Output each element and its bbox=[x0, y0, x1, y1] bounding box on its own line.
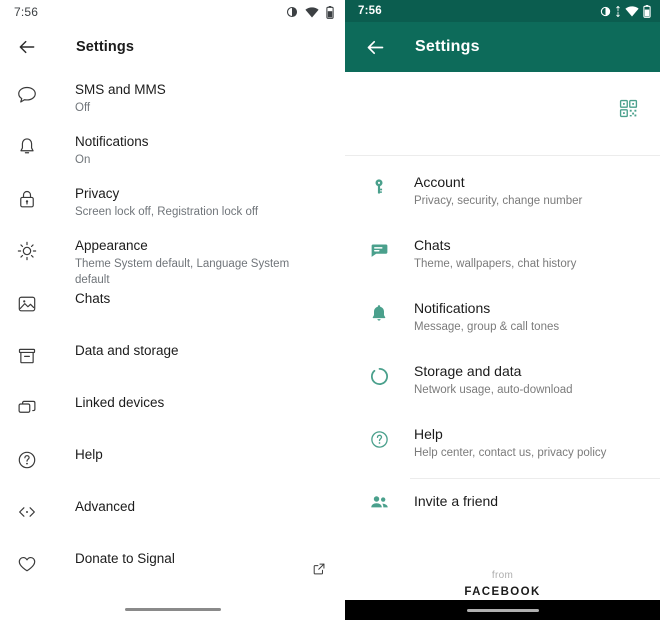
status-bar-icons bbox=[286, 5, 334, 19]
settings-item-subtitle: Theme, wallpapers, chat history bbox=[414, 258, 577, 270]
settings-item-title: Chats bbox=[414, 237, 451, 253]
brightness-icon bbox=[14, 238, 40, 264]
settings-item-sms-and-mms[interactable]: SMS and MMS Off bbox=[0, 79, 345, 131]
settings-item-title: Donate to Signal bbox=[75, 551, 175, 566]
battery-icon bbox=[326, 5, 334, 19]
people-icon bbox=[367, 490, 391, 514]
status-bar-clock: 7:56 bbox=[358, 5, 382, 17]
settings-list: SMS and MMS Off Notifications On Privacy… bbox=[0, 70, 345, 600]
settings-item-subtitle: Message, group & call tones bbox=[414, 321, 560, 333]
left-navigation-bar bbox=[0, 598, 345, 620]
status-bar-icons bbox=[600, 4, 651, 18]
settings-item-chats[interactable]: Chats bbox=[0, 288, 345, 340]
footer-from-label: from bbox=[491, 570, 514, 581]
settings-list: Account Privacy, security, change number… bbox=[345, 156, 660, 525]
whatsapp-settings-screen: 7:56 Settings Account Privacy, security,… bbox=[345, 0, 660, 620]
settings-item-account[interactable]: Account Privacy, security, change number bbox=[345, 163, 660, 226]
settings-item-linked-devices[interactable]: Linked devices bbox=[0, 392, 345, 444]
settings-item-title: Notifications bbox=[75, 134, 149, 149]
settings-item-subtitle: Theme System default, Language System de… bbox=[75, 258, 290, 286]
right-status-bar: 7:56 bbox=[345, 0, 660, 22]
settings-item-notifications[interactable]: Notifications On bbox=[0, 131, 345, 183]
right-app-bar: Settings bbox=[345, 22, 660, 72]
settings-item-data-and-storage[interactable]: Data and storage bbox=[0, 340, 345, 392]
chat-icon bbox=[367, 238, 391, 262]
home-gesture-pill[interactable] bbox=[124, 607, 221, 611]
settings-item-title: SMS and MMS bbox=[75, 82, 166, 97]
settings-item-advanced[interactable]: Advanced bbox=[0, 496, 345, 548]
settings-item-subtitle: On bbox=[75, 154, 91, 166]
settings-item-title: Account bbox=[414, 174, 465, 190]
external-link-icon[interactable] bbox=[311, 561, 327, 582]
left-app-bar: Settings bbox=[0, 24, 345, 70]
settings-item-title: Appearance bbox=[75, 238, 148, 253]
settings-item-notifications[interactable]: Notifications Message, group & call tone… bbox=[345, 289, 660, 352]
qr-code-icon[interactable] bbox=[619, 99, 638, 123]
settings-item-appearance[interactable]: Appearance Theme System default, Languag… bbox=[0, 235, 345, 288]
home-gesture-pill[interactable] bbox=[466, 608, 539, 612]
settings-item-subtitle: Network usage, auto-download bbox=[414, 384, 573, 396]
settings-item-subtitle: Privacy, security, change number bbox=[414, 195, 583, 207]
settings-item-subtitle: Off bbox=[75, 102, 91, 114]
storage-ring-icon bbox=[367, 364, 391, 388]
settings-item-invite-a-friend[interactable]: Invite a friend bbox=[345, 479, 660, 525]
help-circle-icon bbox=[367, 427, 391, 451]
lock-icon bbox=[14, 186, 40, 212]
profile-section[interactable] bbox=[345, 72, 660, 155]
footer-branding: from FACEBOOK bbox=[345, 569, 660, 600]
arrow-back-icon[interactable] bbox=[363, 35, 387, 59]
settings-item-title: Privacy bbox=[75, 186, 120, 201]
key-icon bbox=[367, 175, 391, 199]
wifi-icon bbox=[625, 5, 639, 17]
archive-box-icon bbox=[14, 343, 40, 369]
settings-item-title: Help bbox=[75, 447, 103, 462]
settings-item-subtitle: Screen lock off, Registration lock off bbox=[75, 206, 259, 218]
chat-bubble-icon bbox=[14, 82, 40, 108]
settings-item-title: Storage and data bbox=[414, 363, 522, 379]
wifi-icon bbox=[305, 6, 319, 18]
settings-item-title: Help bbox=[414, 426, 443, 442]
footer-brand-name: FACEBOOK bbox=[464, 586, 541, 598]
contrast-icon bbox=[286, 6, 298, 18]
linked-devices-icon bbox=[14, 395, 40, 421]
settings-item-title: Advanced bbox=[75, 499, 136, 514]
settings-item-title: Notifications bbox=[414, 300, 491, 316]
left-status-bar: 7:56 bbox=[0, 0, 345, 24]
code-brackets-icon bbox=[14, 499, 40, 525]
settings-item-title: Data and storage bbox=[75, 343, 179, 358]
settings-item-donate-to-signal[interactable]: Donate to Signal bbox=[0, 548, 345, 600]
status-bar-clock: 7:56 bbox=[14, 5, 39, 19]
settings-item-privacy[interactable]: Privacy Screen lock off, Registration lo… bbox=[0, 183, 345, 235]
dual-screenshot-container: 7:56 Settings SMS and MMS Off Notificati… bbox=[0, 0, 660, 620]
right-navigation-bar bbox=[345, 600, 660, 620]
page-title: Settings bbox=[415, 38, 480, 55]
settings-item-help[interactable]: Help bbox=[0, 444, 345, 496]
help-circle-icon bbox=[14, 447, 40, 473]
image-icon bbox=[14, 291, 40, 317]
heart-icon bbox=[14, 551, 40, 577]
bell-icon bbox=[367, 301, 391, 325]
battery-icon bbox=[643, 4, 651, 18]
arrow-back-icon[interactable] bbox=[14, 34, 40, 60]
settings-item-subtitle: Help center, contact us, privacy policy bbox=[414, 447, 607, 459]
settings-item-title: Linked devices bbox=[75, 395, 165, 410]
settings-item-help[interactable]: Help Help center, contact us, privacy po… bbox=[345, 415, 660, 478]
settings-item-chats[interactable]: Chats Theme, wallpapers, chat history bbox=[345, 226, 660, 289]
settings-item-storage-and-data[interactable]: Storage and data Network usage, auto-dow… bbox=[345, 352, 660, 415]
bell-icon bbox=[14, 134, 40, 160]
signal-settings-screen: 7:56 Settings SMS and MMS Off Notificati… bbox=[0, 0, 345, 620]
contrast-icon bbox=[600, 6, 611, 17]
settings-item-title: Chats bbox=[75, 291, 111, 306]
page-title: Settings bbox=[76, 39, 134, 55]
settings-item-title: Invite a friend bbox=[414, 493, 499, 509]
data-transfer-icon bbox=[615, 5, 621, 17]
